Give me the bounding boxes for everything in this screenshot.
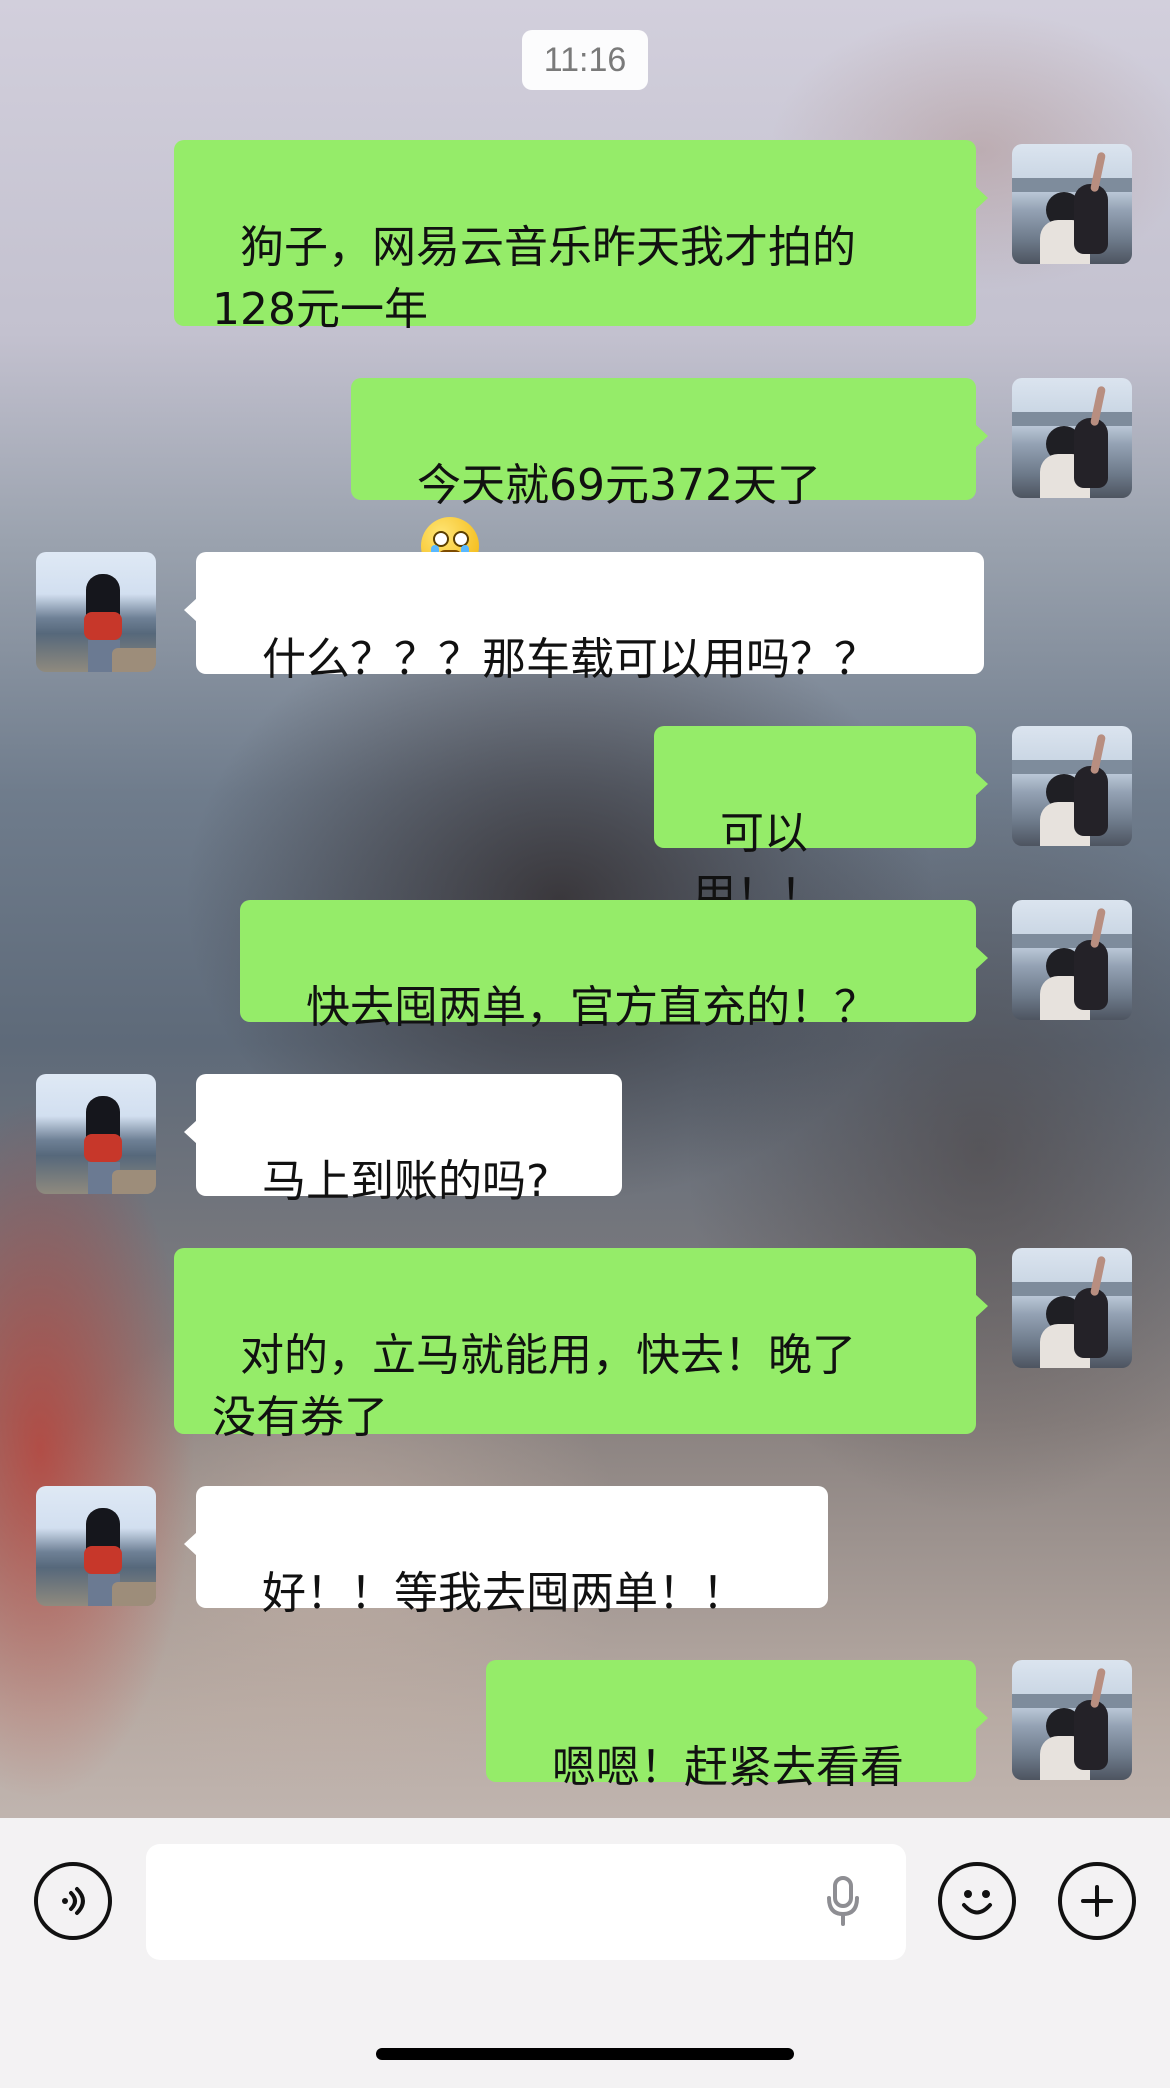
message-bubble[interactable]: 对的，立马就能用，快去！晚了 没有券了: [174, 1248, 988, 1443]
message-bubble[interactable]: 好！！等我去囤两单！！: [184, 1486, 828, 1619]
avatar-person-hair: [1074, 184, 1108, 254]
contact-avatar-top: [84, 1546, 122, 1574]
my-avatar[interactable]: [1012, 726, 1132, 846]
contact-avatar[interactable]: [36, 1486, 156, 1606]
message-bubble[interactable]: 今天就69元372天了: [351, 378, 988, 575]
input-bar: [0, 1818, 1170, 2088]
avatar-horizon: [1012, 412, 1132, 426]
contact-avatar[interactable]: [36, 1074, 156, 1194]
emoji-button[interactable]: [938, 1862, 1016, 1940]
my-avatar[interactable]: [1012, 1248, 1132, 1368]
message-text: 今天就69元372天了: [416, 460, 821, 511]
contact-avatar-rock: [112, 1582, 156, 1606]
voice-icon: [62, 1887, 85, 1915]
avatar-person-hair: [1074, 940, 1108, 1010]
contact-avatar-rock: [112, 1170, 156, 1194]
home-indicator[interactable]: [376, 2048, 794, 2060]
avatar-horizon: [1012, 178, 1132, 192]
message-bubble[interactable]: 狗子，网易云音乐昨天我才拍的 128元一年: [174, 140, 988, 335]
avatar-horizon: [1012, 1694, 1132, 1708]
plus-button[interactable]: [1058, 1862, 1136, 1940]
timestamp-badge: 11:16: [522, 30, 648, 90]
mic-icon[interactable]: [822, 1874, 864, 1930]
plus-icon: [1081, 1885, 1113, 1917]
message-bubble[interactable]: 快去囤两单，官方直充的！？: [240, 900, 988, 1033]
avatar-person-hair: [1074, 1288, 1108, 1358]
message-bubble[interactable]: 可以用！！: [654, 726, 988, 921]
avatar-person-hair: [1074, 1700, 1108, 1770]
message-text: 好！！等我去囤两单！！: [261, 1568, 746, 1619]
message-input[interactable]: [146, 1844, 906, 1960]
contact-avatar[interactable]: [36, 552, 156, 672]
message-text: 快去囤两单，官方直充的！？: [305, 982, 878, 1033]
contact-avatar-top: [84, 612, 122, 640]
message-bubble[interactable]: 嗯嗯！赶紧去看看: [486, 1660, 988, 1793]
my-avatar[interactable]: [1012, 900, 1132, 1020]
my-avatar[interactable]: [1012, 144, 1132, 264]
avatar-horizon: [1012, 934, 1132, 948]
message-text: 什么？？？那车载可以用吗？？: [261, 634, 878, 685]
contact-avatar-top: [84, 1134, 122, 1162]
avatar-horizon: [1012, 760, 1132, 774]
my-avatar[interactable]: [1012, 378, 1132, 498]
voice-button[interactable]: [34, 1862, 112, 1940]
contact-avatar-rock: [112, 648, 156, 672]
my-avatar[interactable]: [1012, 1660, 1132, 1780]
avatar-person-hair: [1074, 418, 1108, 488]
message-text: 对的，立马就能用，快去！晚了 没有券了: [212, 1330, 856, 1443]
avatar-horizon: [1012, 1282, 1132, 1296]
message-text: 嗯嗯！赶紧去看看: [551, 1742, 904, 1793]
emoji-icon: [962, 1890, 992, 1915]
message-text: 狗子，网易云音乐昨天我才拍的 128元一年: [212, 222, 856, 335]
message-bubble[interactable]: 马上到账的吗?: [184, 1074, 622, 1207]
message-bubble[interactable]: 什么？？？那车载可以用吗？？: [184, 552, 984, 685]
message-text: 马上到账的吗?: [261, 1156, 550, 1207]
avatar-person-hair: [1074, 766, 1108, 836]
